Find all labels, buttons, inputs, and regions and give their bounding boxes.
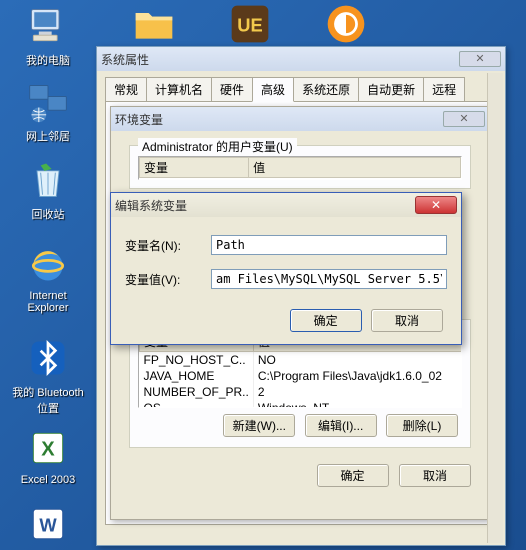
sysprops-title: 系统属性 xyxy=(101,51,149,68)
cancel-button[interactable]: 取消 xyxy=(399,464,471,487)
close-icon[interactable]: ✕ xyxy=(459,51,501,67)
ok-button[interactable]: 确定 xyxy=(317,464,389,487)
tab-advanced[interactable]: 高级 xyxy=(252,77,294,102)
close-icon[interactable]: ✕ xyxy=(415,196,457,214)
media-icon[interactable] xyxy=(324,2,368,46)
ok-button[interactable]: 确定 xyxy=(290,309,362,332)
var-name-label: 变量名(N): xyxy=(125,237,211,254)
ie-icon[interactable]: Internet Explorer xyxy=(10,240,86,314)
icon-label: 网上邻居 xyxy=(10,128,86,144)
network-places-icon[interactable]: 网上邻居 xyxy=(10,78,86,144)
table-row: OSWindows_NT xyxy=(140,400,463,408)
var-value-label: 变量值(V): xyxy=(125,271,211,288)
icon-label: 回收站 xyxy=(10,206,86,222)
user-vars-legend: Administrator 的用户变量(U) xyxy=(138,138,297,155)
recycle-bin-icon[interactable]: 回收站 xyxy=(10,156,86,222)
tab-autoupdate[interactable]: 自动更新 xyxy=(358,77,424,101)
svg-text:UE: UE xyxy=(237,14,262,35)
tab-hardware[interactable]: 硬件 xyxy=(211,77,253,101)
sysprops-tabs: 常规 计算机名 硬件 高级 系统还原 自动更新 远程 xyxy=(97,71,505,101)
word-icon[interactable]: W xyxy=(10,500,86,550)
new-button[interactable]: 新建(W)... xyxy=(223,414,295,437)
icon-label: 我的 Bluetooth 位置 xyxy=(10,384,86,416)
tab-computername[interactable]: 计算机名 xyxy=(146,77,212,101)
folder-icon[interactable] xyxy=(132,2,176,46)
edit-sys-var-dialog: 编辑系统变量 ✕ 变量名(N): 变量值(V): 确定 取消 xyxy=(110,192,462,345)
my-computer-icon[interactable]: 我的电脑 xyxy=(10,2,86,68)
scrollbar[interactable] xyxy=(487,73,503,543)
ultraedit-icon[interactable]: UE xyxy=(228,2,272,46)
bluetooth-icon[interactable]: 我的 Bluetooth 位置 xyxy=(10,334,86,416)
tab-systemrestore[interactable]: 系统还原 xyxy=(293,77,359,101)
tab-remote[interactable]: 远程 xyxy=(423,77,465,101)
env-titlebar[interactable]: 环境变量 ✕ xyxy=(111,107,489,131)
icon-label: Excel 2003 xyxy=(10,474,86,486)
close-icon[interactable]: ✕ xyxy=(443,111,485,127)
delete-button[interactable]: 删除(L) xyxy=(386,414,458,437)
user-vars-list[interactable]: 变量值 xyxy=(138,156,462,180)
env-title: 环境变量 xyxy=(115,111,163,128)
tab-general[interactable]: 常规 xyxy=(105,77,147,101)
table-row: JAVA_HOMEC:\Program Files\Java\jdk1.6.0_… xyxy=(140,368,463,384)
edit-button[interactable]: 编辑(I)... xyxy=(305,414,377,437)
editdlg-title: 编辑系统变量 xyxy=(115,197,187,214)
svg-text:X: X xyxy=(41,438,55,460)
cancel-button[interactable]: 取消 xyxy=(371,309,443,332)
excel-icon[interactable]: X Excel 2003 xyxy=(10,424,86,486)
svg-text:W: W xyxy=(39,514,57,535)
icon-label: 我的电脑 xyxy=(10,52,86,68)
icon-label: Internet Explorer xyxy=(10,290,86,314)
sysprops-titlebar[interactable]: 系统属性 ✕ xyxy=(97,47,505,71)
table-row: NUMBER_OF_PR..2 xyxy=(140,384,463,400)
var-name-input[interactable] xyxy=(211,235,447,255)
editdlg-titlebar[interactable]: 编辑系统变量 ✕ xyxy=(111,193,461,217)
table-row: FP_NO_HOST_C..NO xyxy=(140,352,463,369)
var-value-input[interactable] xyxy=(211,269,447,289)
